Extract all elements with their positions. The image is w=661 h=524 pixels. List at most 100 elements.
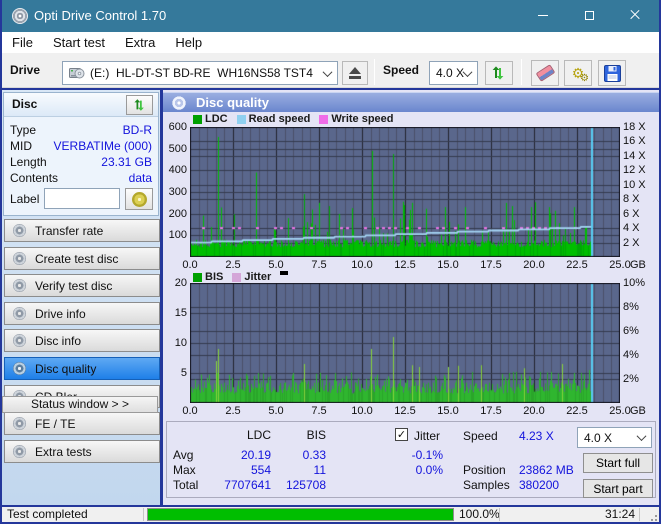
y-axis-label: 500: [168, 142, 187, 155]
sidebar-item-transfer-rate[interactable]: Transfer rate: [4, 219, 160, 242]
bis-chart: [190, 283, 620, 403]
disc-prop-label: MID: [10, 139, 32, 153]
menu-start-test[interactable]: Start test: [43, 32, 115, 53]
minimize-icon: [538, 14, 548, 16]
settings-button[interactable]: ⚙ ⚙: [564, 60, 592, 86]
cd-yellow-icon: [131, 191, 147, 207]
stat-ldc-value: 554: [250, 463, 271, 477]
progress-percent: 100.0%: [459, 507, 500, 521]
y-axis-label: 10: [174, 337, 187, 349]
sidebar-item-fe-te[interactable]: FE / TE: [4, 412, 160, 435]
statusbar-separator: [639, 508, 640, 521]
status-window-button[interactable]: Status window > >: [2, 396, 158, 413]
disc-prop-length: Length 23.31 GB: [10, 155, 152, 171]
panel-header: Disc quality: [163, 92, 659, 112]
y-axis-label: 100: [168, 229, 187, 242]
chevron-down-icon: [636, 431, 647, 442]
legend-item-jitter: Jitter: [232, 271, 271, 283]
elapsed-time: 31:24: [604, 507, 635, 521]
disc-info-box: Disc Label Type BD-R MID VERBATIMe (000) Len…: [3, 92, 159, 216]
y2-axis-label: 4%: [623, 349, 639, 361]
erase-disc-button[interactable]: [531, 60, 559, 86]
ldc-chart: [190, 127, 620, 257]
drive-icon: [69, 68, 85, 79]
cd-icon: [13, 334, 26, 347]
test-speed-select[interactable]: 4.0 X: [577, 427, 652, 448]
sidebar-item-label: FE / TE: [35, 416, 76, 431]
stat-ldc-value: 7707641: [224, 478, 271, 492]
eraser-icon: [535, 64, 555, 82]
sidebar-item-verify-test-disc[interactable]: Verify test disc: [4, 274, 160, 297]
disc-refresh-button[interactable]: [126, 95, 153, 115]
legend-label: Write speed: [331, 113, 394, 125]
x-axis-label: 20.0: [523, 259, 545, 271]
status-bar: Test completed 100.0% 31:24: [2, 507, 659, 522]
sidebar-item-extra-tests[interactable]: Extra tests: [4, 440, 160, 463]
x-axis-label: 20.0: [523, 405, 545, 417]
x-axis-label: 17.5: [480, 405, 502, 417]
y2-axis-label: 10%: [623, 277, 646, 289]
speed-select[interactable]: 4.0 X: [429, 61, 478, 85]
y2-axis-label: 18 X: [623, 121, 646, 133]
x-axis-label: 10.0: [351, 259, 373, 271]
sidebar-item-disc-quality[interactable]: Disc quality: [4, 357, 160, 380]
cd-icon: [13, 279, 26, 292]
stat-bis-value: 11: [313, 463, 326, 477]
jitter-checkbox[interactable]: ✓: [395, 428, 408, 441]
x-axis-label: 0.0: [182, 259, 198, 271]
sidebar-item-disc-info[interactable]: Disc info: [4, 329, 160, 352]
legend-swatch: [193, 114, 202, 124]
col-header-ldc: LDC: [246, 428, 271, 442]
drive-select[interactable]: (E:) HL-DT-ST BD-RE WH16NS58 TST4: [62, 61, 338, 85]
label-caption: Label: [10, 192, 40, 206]
close-button[interactable]: [615, 0, 655, 30]
disc-prop-value: data: [128, 171, 152, 185]
cd-icon: [13, 252, 26, 265]
legend-swatch: [319, 114, 329, 124]
legend-item-write-speed: Write speed: [319, 113, 394, 125]
cd-icon: [13, 307, 26, 320]
y-axis-label: 600: [168, 121, 187, 133]
menu-file[interactable]: File: [2, 32, 43, 53]
x-axis-label: 7.5: [311, 259, 327, 271]
refresh-button[interactable]: [485, 61, 513, 85]
samples-stat-label: Samples: [463, 478, 510, 492]
stat-bis-value: 125708: [285, 478, 326, 492]
cd-icon: [13, 362, 26, 375]
disc-prop-label: Type: [10, 123, 37, 137]
disc-label-button[interactable]: [125, 188, 153, 210]
save-button[interactable]: [598, 60, 626, 86]
sidebar-item-label: Drive info: [35, 306, 86, 321]
y2-axis-label: 2 X: [623, 236, 640, 249]
start-part-button[interactable]: Start part: [583, 479, 653, 498]
progress-fill: [148, 509, 453, 520]
sidebar-item-label: Verify test disc: [35, 278, 113, 293]
start-full-button[interactable]: Start full: [583, 453, 653, 473]
sidebar-item-create-test-disc[interactable]: Create test disc: [4, 247, 160, 270]
disc-box-header: Disc: [4, 93, 158, 117]
sidebar-item-drive-info[interactable]: Drive info: [4, 302, 160, 325]
label-input[interactable]: [44, 188, 120, 209]
minimize-button[interactable]: [523, 0, 563, 30]
disc-prop-label: Contents: [10, 171, 59, 185]
x-axis-label: 22.5: [566, 405, 588, 417]
menu-help[interactable]: Help: [165, 32, 212, 53]
x-axis-label: 15.0: [437, 405, 459, 417]
y2-axis-label: 10 X: [623, 178, 646, 191]
stat-ldc-value: 20.19: [240, 448, 271, 462]
y2-axis-label: 6 X: [623, 207, 640, 220]
menu-extra[interactable]: Extra: [115, 32, 165, 53]
samples-stat-value: 380200: [519, 478, 560, 492]
app-cd-icon: [12, 8, 28, 24]
test-speed-value: 4.0 X: [584, 430, 613, 445]
x-axis-label: 17.5: [480, 259, 502, 271]
eject-button[interactable]: [342, 61, 368, 85]
resize-grip[interactable]: [651, 515, 657, 521]
speed-stat-value: 4.23 X: [519, 429, 554, 443]
sidebar-item-label: Disc info: [35, 333, 82, 348]
maximize-button[interactable]: [569, 0, 609, 30]
legend-item-bis: BIS: [193, 271, 223, 283]
cd-icon: [13, 224, 26, 237]
stat-bis-value: 0.33: [302, 448, 326, 462]
disc-prop-value: 23.31 GB: [101, 155, 152, 169]
